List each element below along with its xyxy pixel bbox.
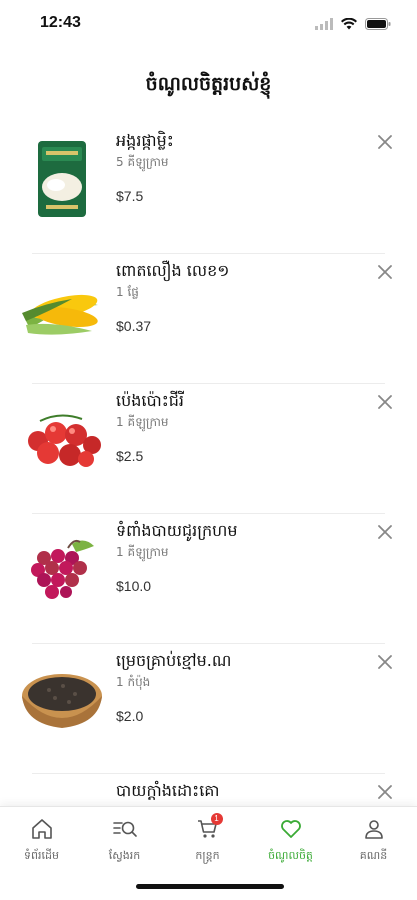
item-price: $7.5: [116, 188, 144, 204]
home-icon: [28, 815, 56, 843]
favorites-list[interactable]: អង្ករផ្កាម្លិះ 5 គីឡូក្រាម $7.5 ពោតលឿង ល…: [0, 124, 417, 806]
wifi-icon: [341, 15, 357, 34]
item-name: ទំពាំងបាយជូរក្រហម: [116, 521, 238, 540]
list-item[interactable]: ទំពាំងបាយជូរក្រហម 1 គីឡូក្រាម $10.0: [0, 514, 417, 644]
cart-icon: 1: [194, 813, 223, 843]
product-image-cherry-tomato: [18, 394, 106, 484]
cart-badge: 1: [210, 813, 223, 825]
remove-close-icon[interactable]: [375, 522, 395, 542]
item-quantity: 1 កំប៉ុង: [116, 675, 151, 689]
remove-close-icon[interactable]: [375, 782, 395, 802]
item-price: $2.0: [116, 708, 144, 724]
tab-label: ស្វែងរក: [108, 849, 141, 862]
tab-account[interactable]: គណនី: [332, 815, 415, 875]
item-price: $0.37: [116, 318, 152, 334]
item-quantity: 1 គីឡូក្រាម: [116, 545, 169, 559]
remove-close-icon[interactable]: [375, 392, 395, 412]
tab-label: ចំណូលចិត្ត: [268, 849, 313, 862]
remove-close-icon[interactable]: [375, 262, 395, 282]
remove-close-icon[interactable]: [375, 132, 395, 152]
battery-icon: [365, 15, 391, 34]
item-quantity: 1 គីឡូក្រាម: [116, 415, 169, 429]
list-item[interactable]: ពោតលឿង លេខ១ 1 ផ្លែ $0.37: [0, 254, 417, 384]
search-icon: [111, 815, 139, 843]
item-name: បាយក្តាំងដោះគោ: [116, 781, 220, 800]
product-image-rice-bag: [18, 134, 106, 224]
cellular-signal-icon: [315, 15, 333, 34]
item-quantity: 1 ផ្លែ: [116, 285, 139, 299]
status-icons: [315, 15, 391, 34]
product-image-corn: [18, 264, 106, 354]
tab-home[interactable]: ទំព័រដើម: [0, 815, 83, 875]
tab-label: គណនី: [359, 849, 388, 862]
item-price: $10.0: [116, 578, 152, 594]
list-item[interactable]: អង្ករផ្កាម្លិះ 5 គីឡូក្រាម $7.5: [0, 124, 417, 254]
product-image-black-pepper: [18, 654, 106, 744]
item-name: អង្ករផ្កាម្លិះ: [116, 131, 174, 150]
page-title: ចំណូលចិត្តរបស់ខ្ញុំ: [145, 73, 272, 95]
home-indicator[interactable]: [136, 884, 284, 889]
user-icon: [360, 815, 388, 843]
status-time: 12:43: [40, 14, 81, 31]
status-bar: 12:43: [0, 0, 417, 48]
product-image-red-grapes: [18, 524, 106, 614]
item-name: ម្រេចគ្រាប់ខ្មៅម.ណ: [116, 651, 232, 670]
item-price: $2.5: [116, 448, 144, 464]
tab-label: ទំព័រដើម: [24, 849, 59, 862]
list-item[interactable]: ប៉េងប៉ោះជីរី 1 គីឡូក្រាម $2.5: [0, 384, 417, 514]
tab-search[interactable]: ស្វែងរក: [83, 815, 166, 875]
tab-cart[interactable]: 1 កន្ត្រក: [166, 813, 249, 875]
list-item[interactable]: ម្រេចគ្រាប់ខ្មៅម.ណ 1 កំប៉ុង $2.0: [0, 644, 417, 774]
product-image-rice-cracker: [18, 784, 106, 806]
remove-close-icon[interactable]: [375, 652, 395, 672]
item-name: ប៉េងប៉ោះជីរី: [116, 391, 184, 410]
heart-icon: [277, 815, 305, 843]
header: ចំណូលចិត្តរបស់ខ្ញុំ: [0, 48, 417, 124]
item-name: ពោតលឿង លេខ១: [116, 261, 230, 280]
tab-label: កន្ត្រក: [195, 849, 220, 862]
list-item[interactable]: បាយក្តាំងដោះគោ: [0, 774, 417, 806]
item-quantity: 5 គីឡូក្រាម: [116, 155, 169, 169]
tab-favorites[interactable]: ចំណូលចិត្ត: [249, 815, 332, 875]
